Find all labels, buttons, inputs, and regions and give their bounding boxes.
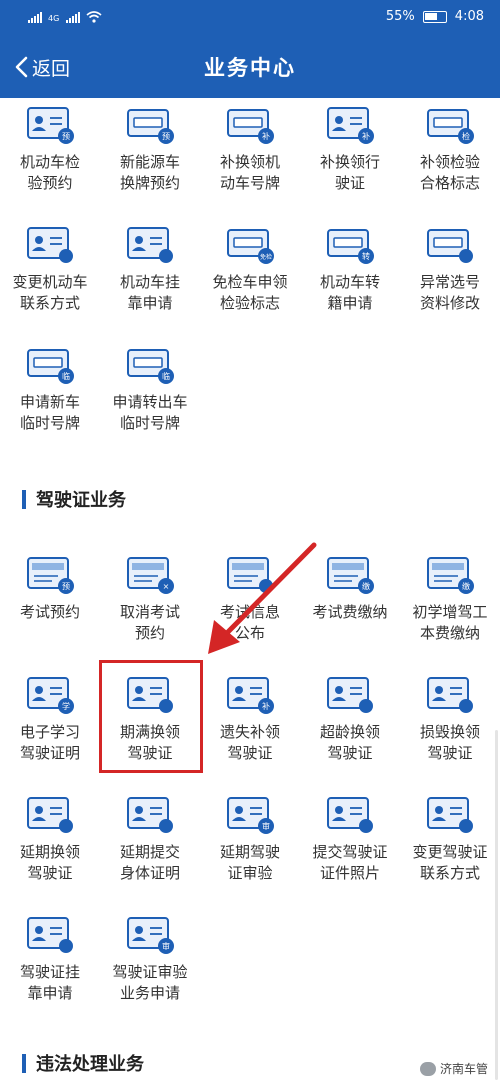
- watermark-text: 济南车管: [439, 1062, 488, 1076]
- wechat-icon: [419, 1061, 436, 1076]
- scrollbar[interactable]: [495, 730, 498, 1080]
- annotation-arrow: [208, 542, 317, 654]
- watermark: 济南车管: [419, 1060, 488, 1077]
